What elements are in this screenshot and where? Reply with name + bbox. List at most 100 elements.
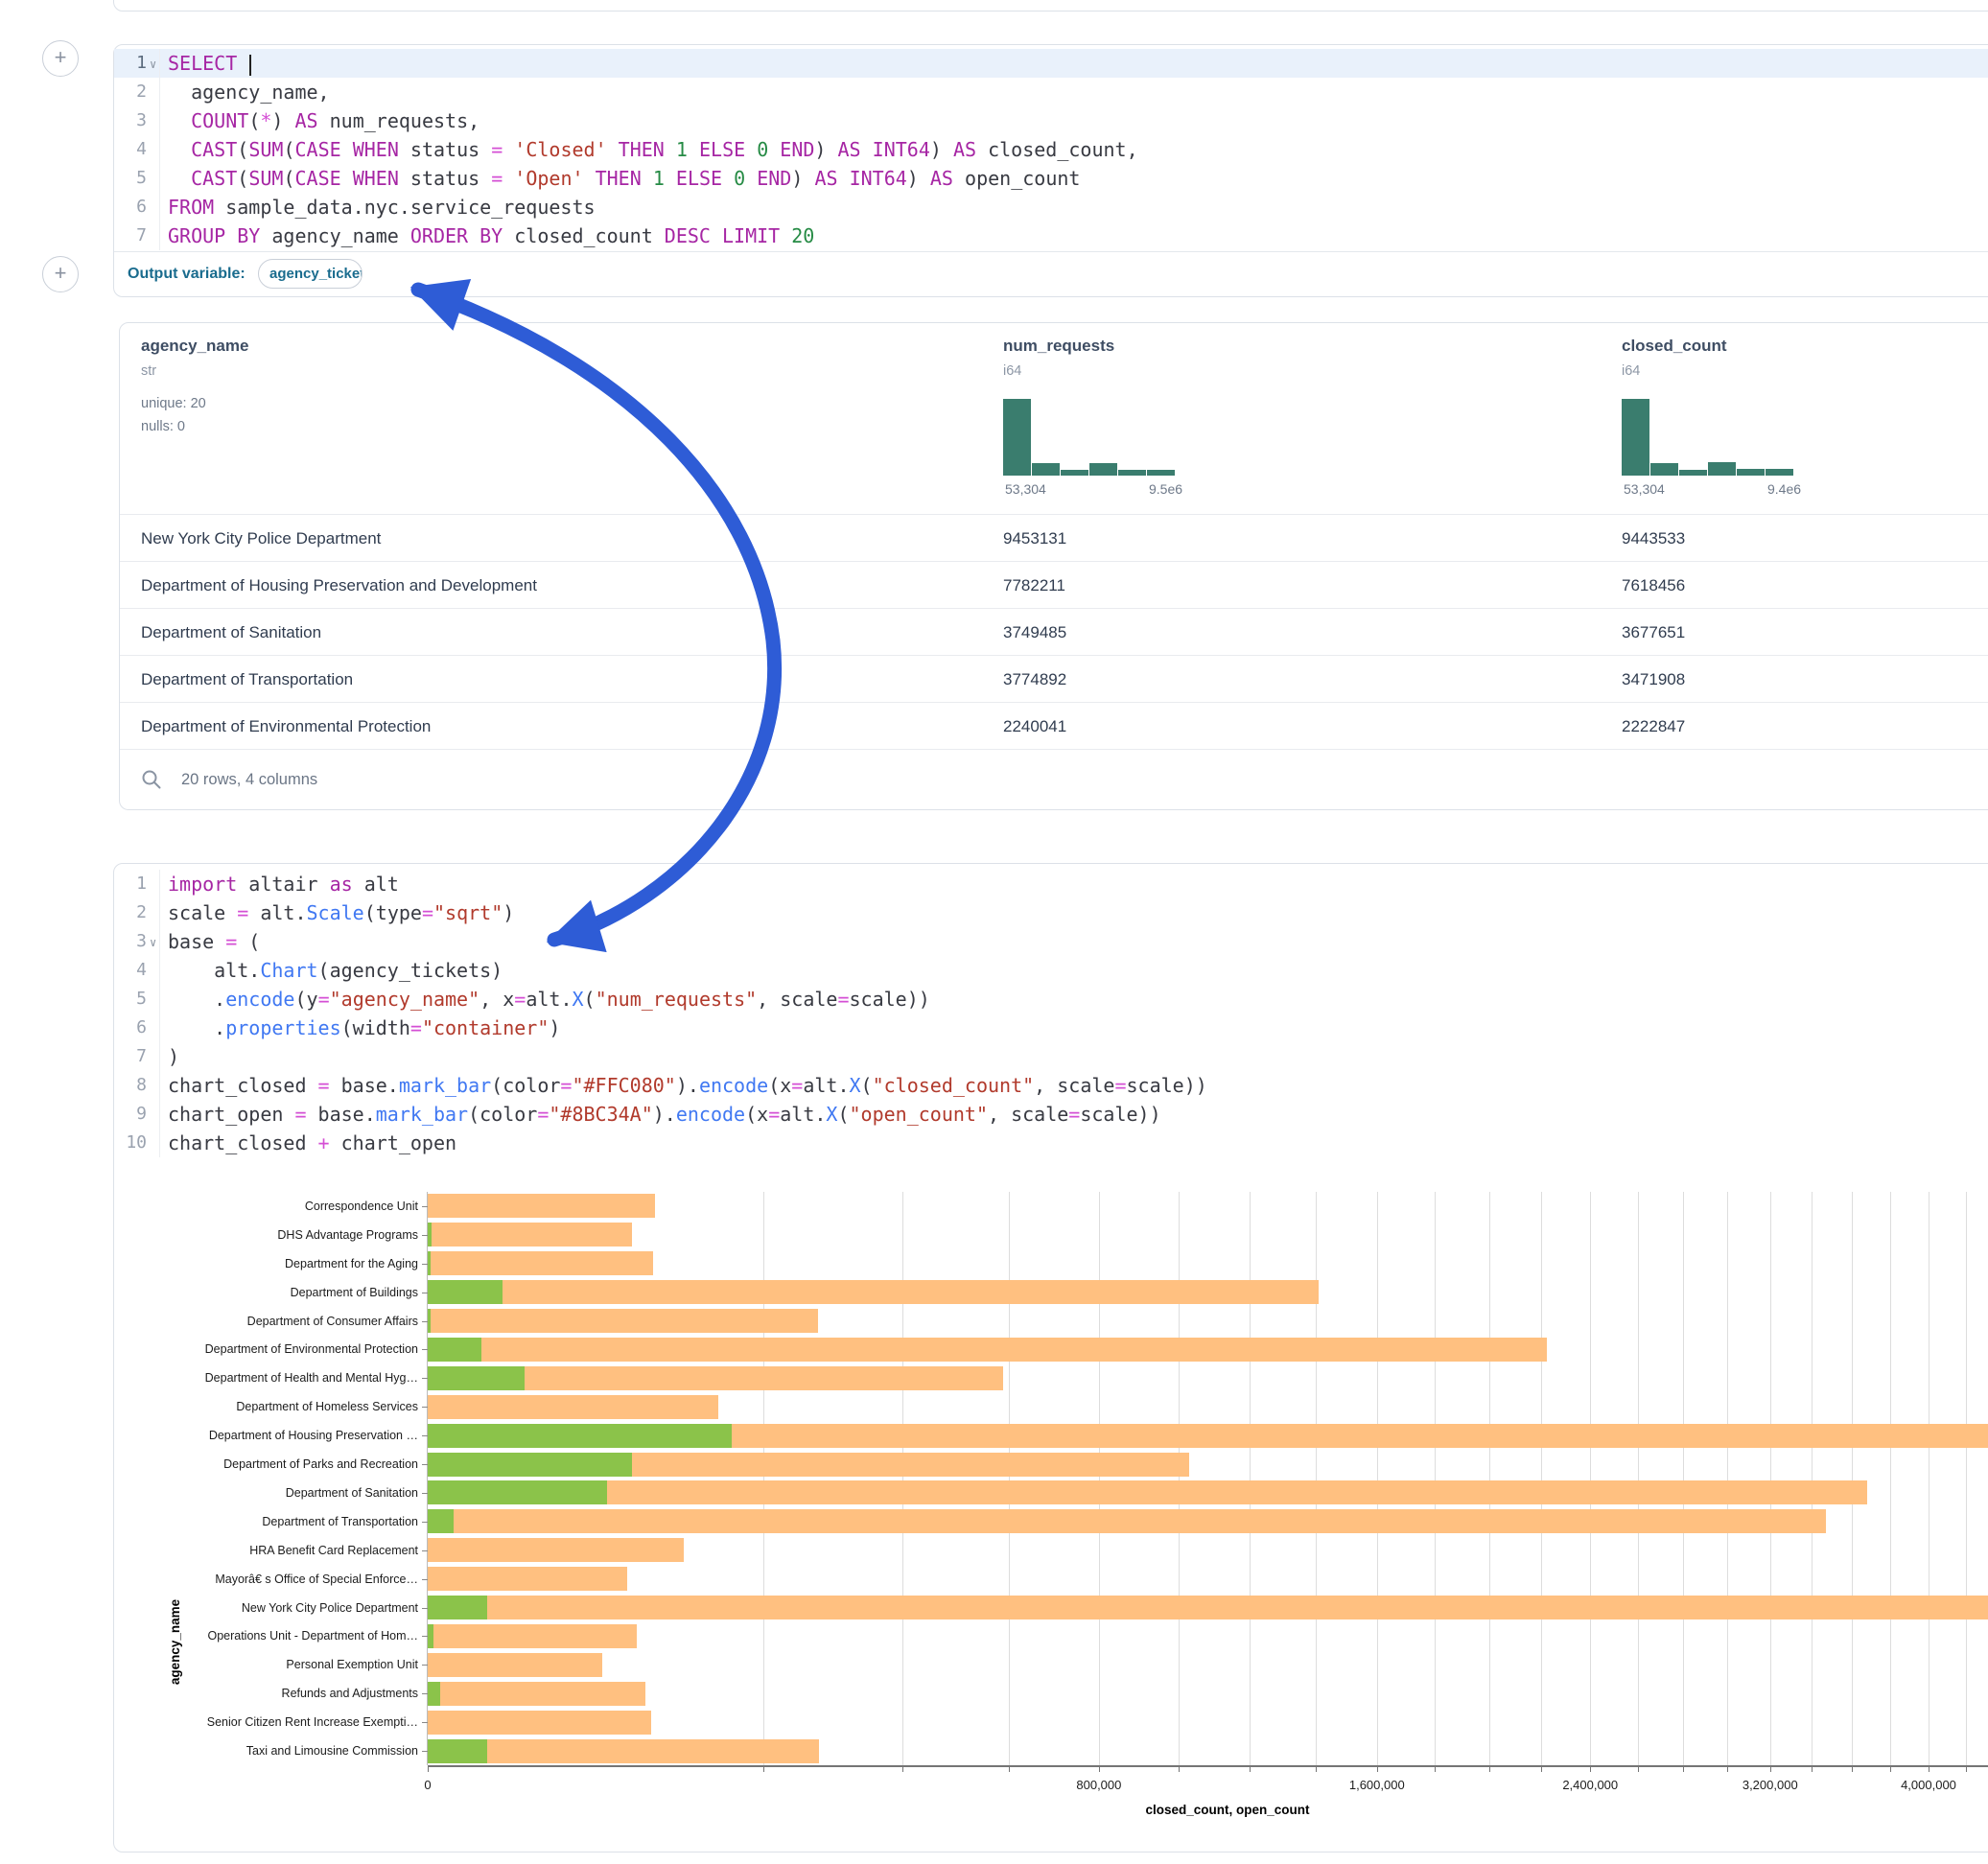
x-axis-tick bbox=[1009, 1766, 1010, 1772]
bar-open-count bbox=[428, 1223, 432, 1247]
code-line[interactable]: 3∨base = ( bbox=[114, 927, 1988, 956]
table-cell: 3749485 bbox=[1003, 609, 1066, 656]
code-line[interactable]: 5 .encode(y="agency_name", x=alt.X("num_… bbox=[114, 985, 1988, 1014]
column-type: str bbox=[141, 363, 156, 379]
column-type: i64 bbox=[1003, 363, 1021, 379]
code-line[interactable]: 7) bbox=[114, 1042, 1988, 1071]
gridline bbox=[763, 1192, 764, 1765]
histogram-bar bbox=[1003, 399, 1031, 476]
table-cell: 9443533 bbox=[1622, 515, 1685, 562]
column-header-agency_name[interactable]: agency_name bbox=[141, 337, 248, 356]
gutter-divider bbox=[159, 927, 160, 956]
y-axis-label: Department of Health and Mental Hyg… bbox=[150, 1371, 418, 1385]
search-icon[interactable] bbox=[141, 769, 162, 790]
line-number: 5 bbox=[114, 164, 147, 193]
collapse-chevron-icon[interactable]: ∨ bbox=[150, 928, 156, 957]
table-body: New York City Police Department945313194… bbox=[120, 514, 1988, 749]
code-text: FROM sample_data.nyc.service_requests bbox=[168, 193, 596, 221]
code-line[interactable]: 1import altair as alt bbox=[114, 870, 1988, 898]
y-axis-label: Department of Transportation bbox=[150, 1515, 418, 1528]
gutter-divider bbox=[159, 1071, 160, 1100]
bar-open-count bbox=[428, 1682, 440, 1706]
gutter-divider bbox=[159, 193, 160, 221]
x-axis-tick bbox=[1489, 1766, 1490, 1772]
y-axis-label: Department for the Aging bbox=[150, 1257, 418, 1270]
gridline bbox=[1377, 1192, 1378, 1765]
x-axis-tick bbox=[902, 1766, 903, 1772]
table-cell: 3471908 bbox=[1622, 656, 1685, 703]
table-row[interactable]: New York City Police Department945313194… bbox=[120, 514, 1988, 562]
gridline bbox=[1179, 1192, 1180, 1765]
x-axis-tick bbox=[1316, 1766, 1317, 1772]
table-row[interactable]: Department of Environmental Protection22… bbox=[120, 702, 1988, 750]
gridline bbox=[1852, 1192, 1853, 1765]
add-cell-button-below-sql[interactable]: + bbox=[42, 256, 79, 292]
code-line[interactable]: 6 FROM sample_data.nyc.service_requests bbox=[114, 193, 1988, 221]
code-line[interactable]: 4 alt.Chart(agency_tickets) bbox=[114, 956, 1988, 985]
gridline bbox=[1541, 1192, 1542, 1765]
sql-editor[interactable]: 1∨SELECT 2 agency_name,3 COUNT(*) AS num… bbox=[114, 45, 1988, 256]
bar-closed-count bbox=[428, 1395, 718, 1419]
line-number: 4 bbox=[114, 956, 147, 985]
table-row[interactable]: Department of Transportation377489234719… bbox=[120, 655, 1988, 703]
x-axis-tick bbox=[1435, 1766, 1436, 1772]
line-number: 5 bbox=[114, 985, 147, 1014]
column-header-closed_count[interactable]: closed_count bbox=[1622, 337, 1727, 356]
y-axis-label: Senior Citizen Rent Increase Exempti… bbox=[150, 1715, 418, 1729]
histogram-min-label: 53,304 bbox=[1005, 481, 1046, 497]
table-row[interactable]: Department of Housing Preservation and D… bbox=[120, 561, 1988, 609]
code-line[interactable]: 1∨SELECT bbox=[114, 49, 1988, 78]
bar-closed-count bbox=[428, 1538, 684, 1562]
table-cell: 2240041 bbox=[1003, 703, 1066, 750]
bar-open-count bbox=[428, 1280, 503, 1304]
bar-open-count bbox=[428, 1739, 487, 1763]
gutter-divider bbox=[159, 135, 160, 164]
histogram-bar bbox=[1622, 399, 1649, 476]
code-text: chart_closed = base.mark_bar(color="#FFC… bbox=[168, 1071, 1207, 1100]
code-line[interactable]: 4 CAST(SUM(CASE WHEN status = 'Closed' T… bbox=[114, 135, 1988, 164]
gridline bbox=[1316, 1192, 1317, 1765]
gridline bbox=[1683, 1192, 1684, 1765]
code-line[interactable]: 9chart_open = base.mark_bar(color="#8BC3… bbox=[114, 1100, 1988, 1129]
bar-open-count bbox=[428, 1624, 433, 1648]
line-number: 6 bbox=[114, 193, 147, 221]
code-line[interactable]: 2 agency_name, bbox=[114, 78, 1988, 106]
add-cell-button-top[interactable]: + bbox=[42, 40, 79, 77]
code-text: .properties(width="container") bbox=[168, 1014, 560, 1042]
collapse-chevron-icon[interactable]: ∨ bbox=[150, 50, 156, 79]
x-axis-label: 1,600,000 bbox=[1320, 1778, 1435, 1792]
histogram-bar bbox=[1708, 462, 1736, 476]
x-axis-label: 0 bbox=[370, 1778, 485, 1792]
x-axis-tick bbox=[1727, 1766, 1728, 1772]
notebook-page: + + 1∨SELECT 2 agency_name,3 COUNT(*) AS… bbox=[0, 0, 1988, 1864]
code-line[interactable]: 2scale = alt.Scale(type="sqrt") bbox=[114, 898, 1988, 927]
line-number: 7 bbox=[114, 221, 147, 250]
code-line[interactable]: 8chart_closed = base.mark_bar(color="#FF… bbox=[114, 1071, 1988, 1100]
x-axis-tick bbox=[1683, 1766, 1684, 1772]
histogram-max-label: 9.5e6 bbox=[1149, 481, 1182, 497]
text-cursor bbox=[249, 55, 251, 76]
gutter-divider bbox=[159, 78, 160, 106]
python-editor[interactable]: 1import altair as alt2scale = alt.Scale(… bbox=[114, 864, 1988, 1169]
bar-closed-count bbox=[428, 1280, 1319, 1304]
y-axis-label: Department of Homeless Services bbox=[150, 1400, 418, 1413]
bar-closed-count bbox=[428, 1194, 655, 1218]
bar-open-count bbox=[428, 1453, 632, 1477]
line-number: 3 bbox=[114, 927, 147, 956]
y-axis-label: Department of Consumer Affairs bbox=[150, 1315, 418, 1328]
line-number: 4 bbox=[114, 135, 147, 164]
chart-x-axis-title: closed_count, open_count bbox=[1103, 1803, 1352, 1817]
x-axis-tick bbox=[1541, 1766, 1542, 1772]
code-line[interactable]: 7GROUP BY agency_name ORDER BY closed_co… bbox=[114, 221, 1988, 250]
sql-cell: 1∨SELECT 2 agency_name,3 COUNT(*) AS num… bbox=[113, 44, 1988, 297]
code-line[interactable]: 5 CAST(SUM(CASE WHEN status = 'Open' THE… bbox=[114, 164, 1988, 193]
code-text: CAST(SUM(CASE WHEN status = 'Open' THEN … bbox=[168, 164, 1080, 193]
table-row[interactable]: Department of Sanitation37494853677651 bbox=[120, 608, 1988, 656]
code-line[interactable]: 3 COUNT(*) AS num_requests, bbox=[114, 106, 1988, 135]
output-variable-pill[interactable]: agency_tickets bbox=[258, 259, 363, 289]
table-cell: 3677651 bbox=[1622, 609, 1685, 656]
column-header-num_requests[interactable]: num_requests bbox=[1003, 337, 1114, 356]
gutter-divider bbox=[159, 49, 160, 78]
code-line[interactable]: 6 .properties(width="container") bbox=[114, 1014, 1988, 1042]
gridline bbox=[1727, 1192, 1728, 1765]
